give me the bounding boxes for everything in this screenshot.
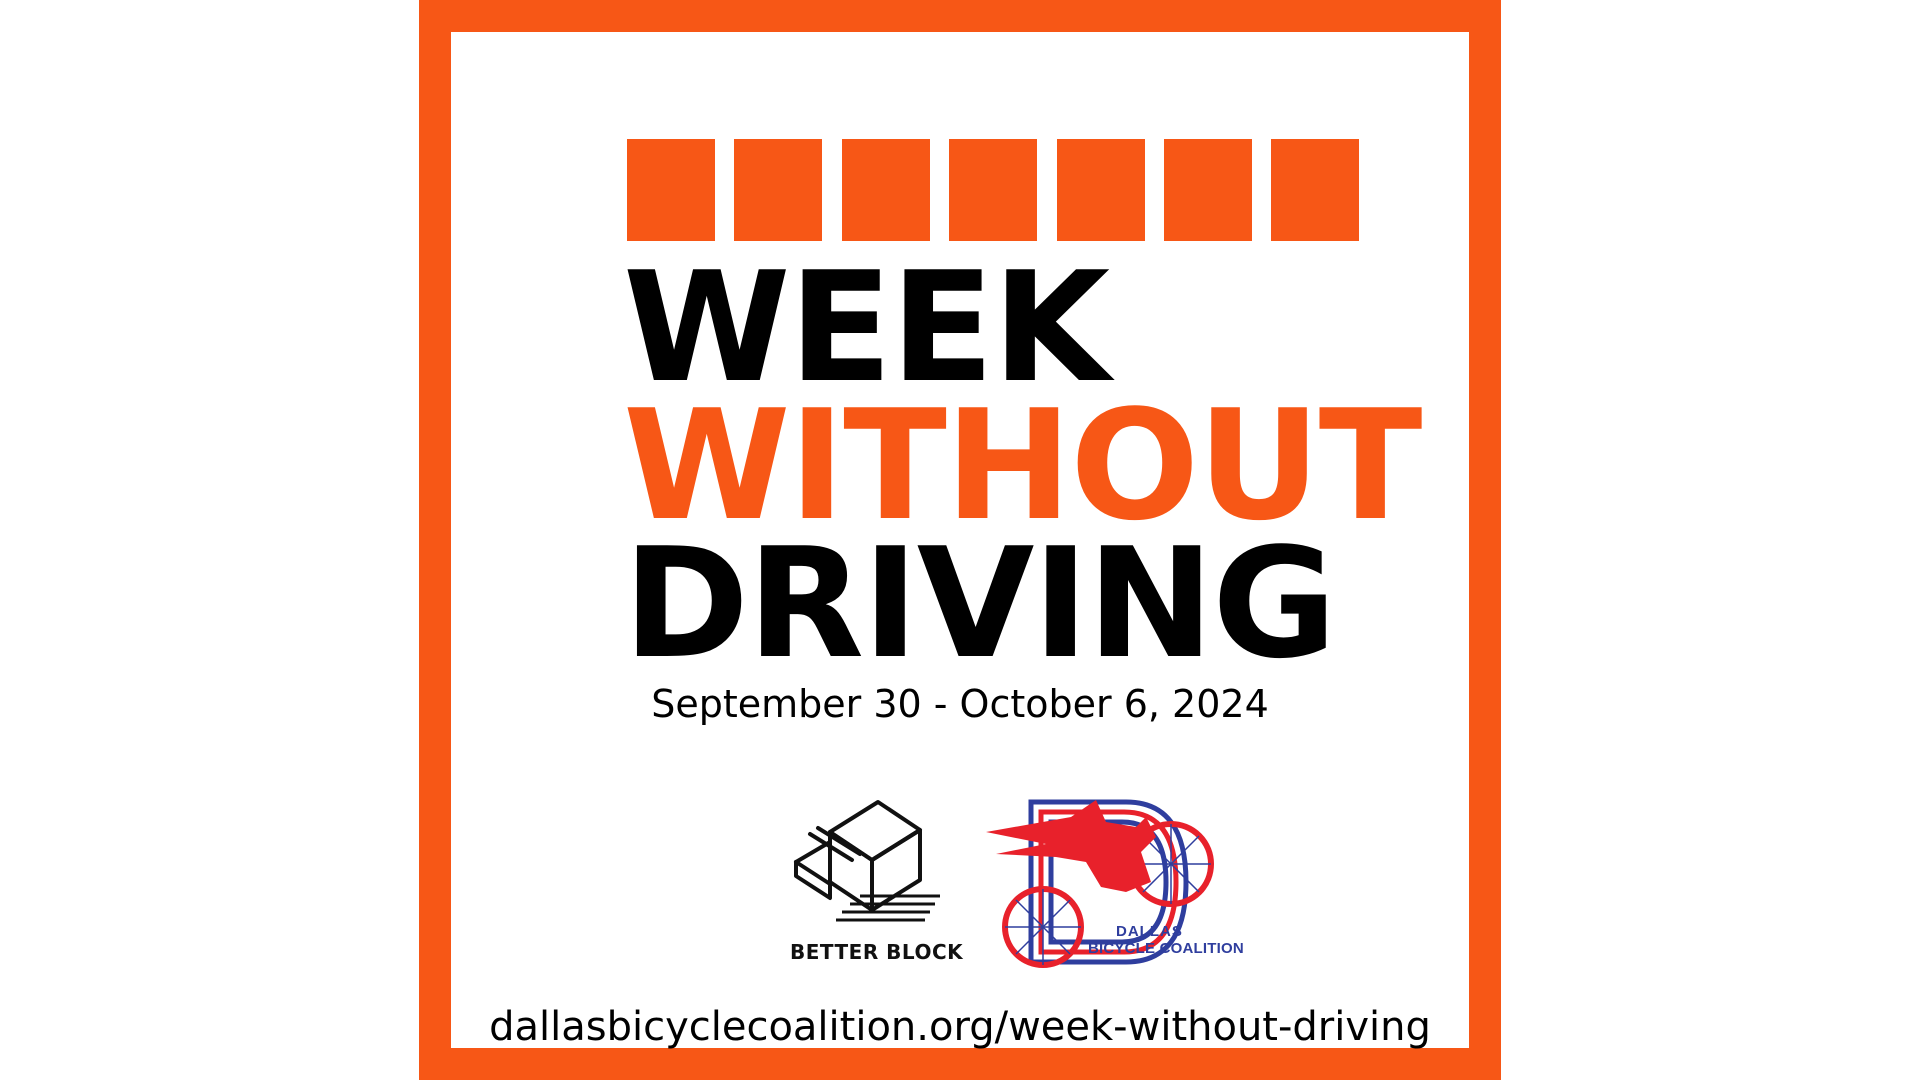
orange-square (1057, 139, 1145, 241)
orange-square (734, 139, 822, 241)
website-url: dallasbicyclecoalition.org/week-without-… (489, 1004, 1431, 1050)
better-block-label: BETTER BLOCK (790, 940, 964, 964)
dbc-label-dallas: DALLAS (1116, 923, 1183, 940)
better-block-icon (794, 800, 940, 922)
poster-frame: WEEK WITHOUT DRIVING September 30 - Octo… (419, 0, 1501, 1080)
orange-square (842, 139, 930, 241)
orange-square (949, 139, 1037, 241)
canvas: WEEK WITHOUT DRIVING September 30 - Octo… (0, 0, 1920, 1080)
better-block-logo: BETTER BLOCK (790, 792, 964, 967)
orange-square (1164, 139, 1252, 241)
orange-square (1271, 139, 1359, 241)
orange-square-row (627, 139, 1359, 241)
dbc-label-bicycle-coalition: BICYCLE COALITION (1088, 940, 1244, 957)
event-dates: September 30 - October 6, 2024 (651, 682, 1269, 726)
dallas-bicycle-coalition-logo: DALLAS BICYCLE COALITION (986, 792, 1244, 972)
sponsor-logos: BETTER BLOCK DALLAS BICYCLE COALITION (451, 792, 1469, 972)
headline-driving: DRIVING (623, 515, 1337, 692)
orange-square (627, 139, 715, 241)
